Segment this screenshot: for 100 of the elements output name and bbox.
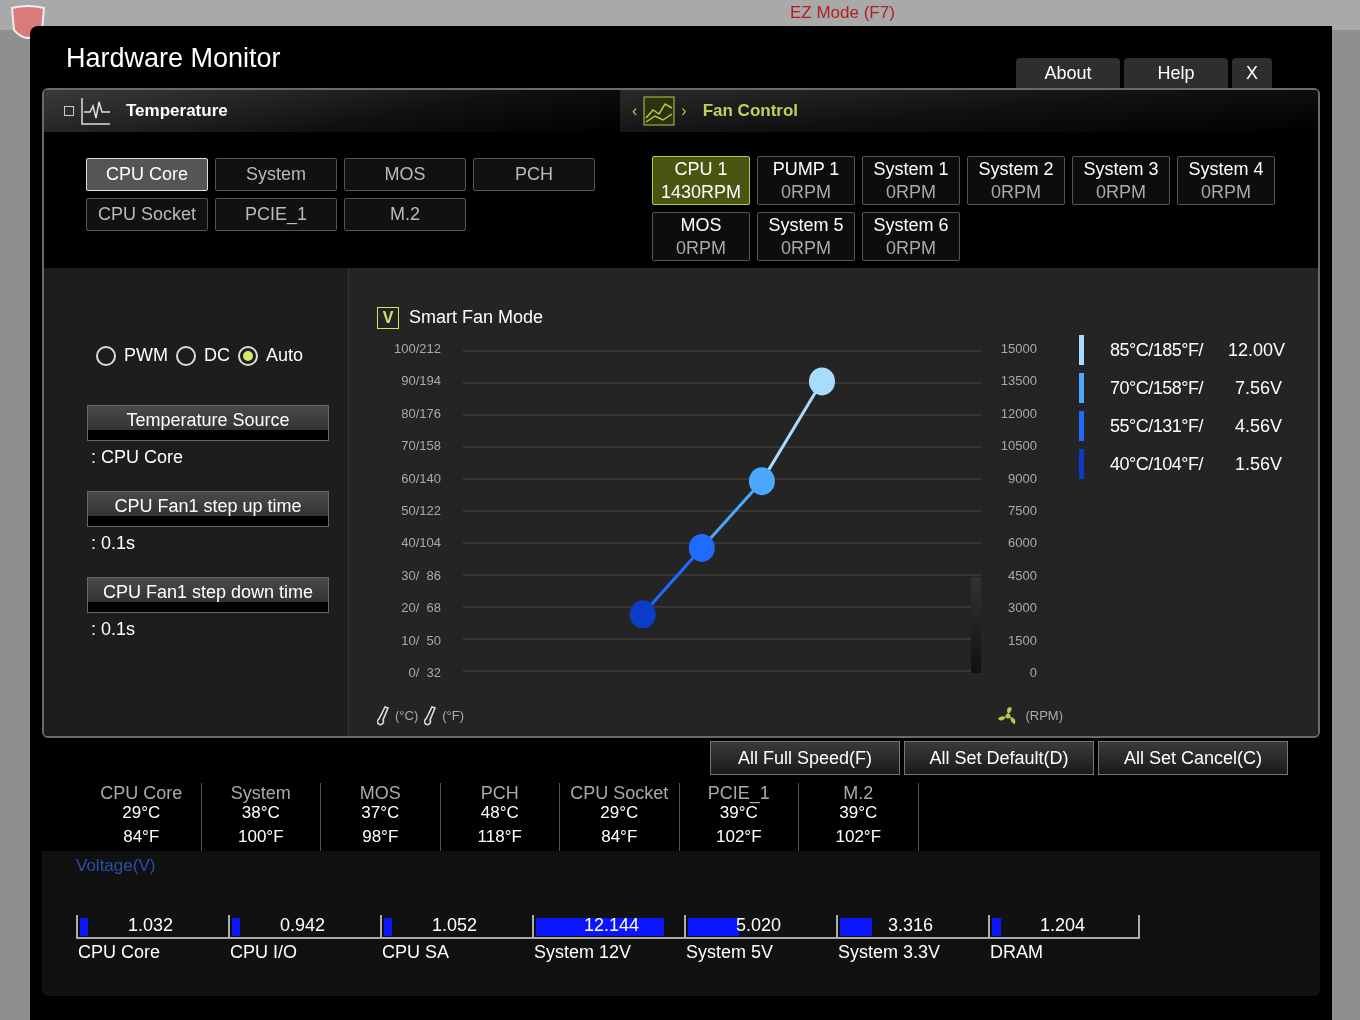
setting-button[interactable]: Temperature Source (87, 405, 329, 441)
axis-tick-label: 40/104 (401, 535, 441, 552)
temperature-source-tab[interactable]: CPU Socket (86, 198, 208, 231)
step-temperature: 70°C/158°F/ (1110, 376, 1205, 400)
sensor-name: M.2 (843, 783, 874, 804)
temperature-source-tab[interactable]: PCIE_1 (215, 198, 337, 231)
fahrenheit-reading: 98°F (362, 826, 399, 847)
axis-tick-label: 13500 (1000, 373, 1037, 390)
axis-tick-label: 3000 (1008, 600, 1037, 617)
step-temperature: 55°C/131°F/ (1110, 414, 1205, 438)
axis-tick-label: 10/ 50 (401, 632, 441, 649)
checkbox-label: Smart Fan Mode (409, 306, 544, 329)
fahrenheit-reading: 102°F (715, 826, 762, 847)
axis-tick-label: 60/140 (401, 470, 441, 487)
celsius-reading: 39°C (719, 804, 758, 822)
fan-tab[interactable]: System 3 0RPM (1072, 156, 1170, 205)
line-graph-icon (80, 96, 112, 126)
collapse-icon[interactable] (64, 106, 74, 116)
voltage-label: DRAM (990, 940, 1044, 964)
sensor-name: CPU Socket (570, 783, 669, 804)
fan-tab[interactable]: System 2 0RPM (967, 156, 1065, 205)
next-arrow[interactable]: › (681, 99, 687, 123)
axis-tick-label: 9000 (1008, 470, 1037, 487)
sensor-name: PCIE_1 (707, 783, 770, 804)
axis-tick-label: 1500 (1008, 632, 1037, 649)
voltage-label: CPU SA (382, 940, 451, 964)
step-voltage: 7.56V (1233, 376, 1282, 400)
radio-button[interactable] (176, 345, 196, 366)
action-button[interactable]: All Full Speed(F) (710, 741, 900, 775)
header-button[interactable]: Help (1124, 58, 1228, 88)
fahrenheit-reading: 118°F (477, 826, 522, 847)
previous-arrow[interactable]: ‹ (632, 99, 638, 123)
axis-tick-label: 80/176 (401, 405, 441, 422)
temperature-source-tab[interactable]: M.2 (344, 198, 466, 231)
temperature-source-tab[interactable]: PCH (473, 158, 595, 191)
step-voltage: 1.56V (1233, 452, 1282, 476)
celsius-reading: 37°C (361, 804, 400, 822)
axis-tick-label: 10500 (1000, 438, 1037, 455)
sensor-name: PCH (480, 783, 519, 804)
fan-tab[interactable]: System 6 0RPM (862, 212, 960, 261)
celsius-reading: 48°C (480, 804, 519, 822)
action-button[interactable]: All Set Default(D) (904, 741, 1094, 775)
unit-label: (°C) (395, 707, 419, 726)
step-temperature: 85°C/185°F/ (1110, 338, 1205, 362)
fahrenheit-reading: 102°F (835, 826, 881, 847)
fahrenheit-reading: 84°F (123, 826, 160, 847)
celsius-reading: 39°C (839, 804, 878, 822)
action-button[interactable]: All Set Cancel(C) (1098, 741, 1288, 775)
fan-tab[interactable]: MOS 0RPM (652, 212, 750, 261)
axis-tick-label: 30/ 86 (401, 567, 441, 584)
step-temperature: 40°C/104°F/ (1110, 452, 1205, 476)
axis-tick-label: 7500 (1008, 502, 1037, 519)
header-button[interactable]: About (1016, 58, 1120, 88)
radio-button[interactable] (96, 345, 116, 366)
radio-label: PWM (124, 344, 168, 367)
step-voltage: 4.56V (1233, 414, 1282, 438)
sensor-name: MOS (359, 783, 401, 804)
temperature-source-tab[interactable]: CPU Core (86, 158, 208, 191)
voltage-label: System 3.3V (838, 940, 942, 964)
axis-tick-label: 0/ 32 (408, 664, 441, 681)
fan-control-title: Fan Control (702, 100, 799, 123)
radio-label: Auto (266, 344, 304, 367)
thermometer-icon (377, 705, 391, 727)
axis-tick-label: 70/158 (401, 438, 441, 455)
voltage-label: CPU Core (78, 940, 162, 964)
setting-button[interactable]: CPU Fan1 step up time (87, 491, 329, 527)
setting-value: : 0.1s (91, 618, 137, 641)
temperature-source-tab[interactable]: System (215, 158, 337, 191)
celsius-reading: 29°C (600, 804, 639, 822)
window-title: Hardware Monitor (66, 41, 281, 75)
axis-tick-label: 4500 (1008, 567, 1037, 584)
voltage-value: 3.316 (888, 914, 934, 937)
axis-tick-label: 6000 (1008, 535, 1037, 552)
voltage-value: 12.144 (584, 914, 640, 937)
setting-button[interactable]: CPU Fan1 step down time (87, 577, 329, 613)
voltage-title: Voltage(V) (76, 855, 157, 877)
sensor-name: CPU Core (100, 783, 183, 804)
voltage-value: 1.204 (1040, 914, 1086, 937)
axis-tick-label: 0 (1029, 664, 1037, 681)
fahrenheit-reading: 84°F (601, 826, 638, 847)
axis-tick-label: 100/212 (394, 341, 441, 357)
voltage-label: CPU I/O (230, 940, 298, 964)
temperature-title: Temperature (126, 100, 228, 123)
checkbox[interactable]: V (377, 306, 399, 329)
voltage-label: System 5V (686, 940, 775, 964)
fan-tab[interactable]: System 1 0RPM (862, 156, 960, 205)
voltage-value: 1.032 (128, 914, 174, 937)
celsius-reading: 29°C (122, 804, 161, 822)
close-button[interactable]: X (1232, 58, 1272, 88)
fan-tab[interactable]: CPU 1 1430RPM (652, 156, 750, 205)
chart-icon (643, 96, 676, 126)
fan-tab[interactable]: PUMP 1 0RPM (757, 156, 855, 205)
axis-tick-label: 90/194 (401, 373, 441, 390)
voltage-label: System 12V (534, 940, 633, 964)
fan-tab[interactable]: System 4 0RPM (1177, 156, 1275, 205)
axis-tick-label: 50/122 (401, 502, 441, 519)
fan-tab[interactable]: System 5 0RPM (757, 212, 855, 261)
radio-button[interactable] (238, 345, 258, 366)
temperature-source-tab[interactable]: MOS (344, 158, 466, 191)
voltage-value: 1.052 (432, 914, 478, 937)
